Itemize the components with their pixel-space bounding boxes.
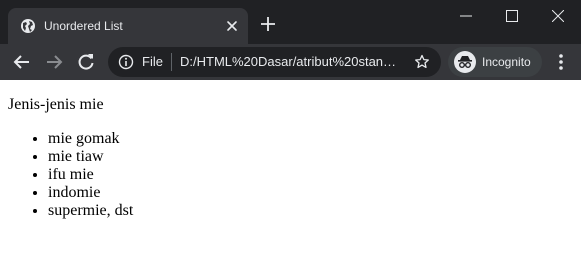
list-item: mie tiaw: [48, 148, 133, 166]
reload-icon[interactable]: [76, 52, 96, 72]
star-icon[interactable]: [414, 54, 430, 70]
toolbar: File D:/HTML%20Dasar/atribut%20standar/u…: [0, 44, 581, 80]
more-vertical-icon[interactable]: [553, 52, 569, 72]
info-icon[interactable]: [118, 54, 134, 70]
arrow-right-icon[interactable]: [44, 52, 64, 72]
list-item: ifu mie: [48, 166, 133, 184]
address-separator: [171, 53, 172, 71]
minimize-icon: [460, 15, 472, 17]
close-icon[interactable]: [224, 18, 240, 34]
incognito-indicator[interactable]: Incognito: [448, 47, 542, 77]
incognito-icon: [454, 51, 476, 73]
unordered-list: mie gomak mie tiaw ifu mie indomie super…: [8, 130, 133, 220]
close-icon: [552, 10, 564, 22]
list-item: indomie: [48, 184, 133, 202]
url-text[interactable]: D:/HTML%20Dasar/atribut%20standar/unorde…: [180, 54, 402, 70]
tab-title: Unordered List: [44, 19, 123, 33]
plus-icon[interactable]: [260, 16, 276, 32]
tab-unordered-list[interactable]: Unordered List: [8, 8, 248, 44]
page-heading-text: Jenis-jenis mie: [8, 96, 104, 113]
file-label: File: [142, 54, 163, 69]
list-item: mie gomak: [48, 130, 133, 148]
list-item: supermie, dst: [48, 202, 133, 220]
address-bar[interactable]: File D:/HTML%20Dasar/atribut%20standar/u…: [108, 47, 441, 77]
tab-strip: Unordered List: [0, 0, 581, 44]
minimize-button[interactable]: [443, 0, 489, 30]
maximize-icon: [506, 10, 518, 22]
window-close-button[interactable]: [535, 0, 581, 30]
browser-window: Unordered List File D:/HTML%20Dasar/atri…: [0, 0, 581, 280]
page-content: Jenis-jenis mie mie gomak mie tiaw ifu m…: [0, 80, 581, 280]
globe-icon: [21, 19, 35, 33]
incognito-label: Incognito: [482, 55, 531, 69]
arrow-left-icon[interactable]: [12, 52, 32, 72]
maximize-button[interactable]: [489, 0, 535, 30]
